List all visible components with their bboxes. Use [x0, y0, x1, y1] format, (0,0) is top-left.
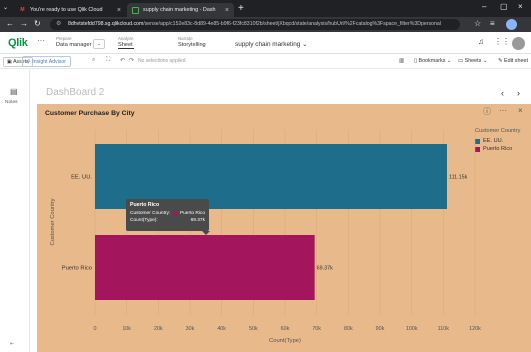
x-tick-label: 10k: [122, 326, 131, 332]
x-tick-label: 0: [94, 326, 97, 332]
x-tick-label: 30k: [186, 326, 195, 332]
x-tick-label: 40k: [217, 326, 226, 332]
y-tick-label: EE. UU.: [71, 175, 92, 181]
x-tick-label: 60k: [281, 326, 290, 332]
bar-puerto-rico[interactable]: [95, 235, 315, 300]
tooltip-dimension-row: Customer Country: Puerto Rico: [130, 211, 205, 216]
x-tick-label: 50k: [249, 326, 258, 332]
x-axis-title: Count(Type): [269, 338, 301, 344]
bar-value-label: 111.15k: [449, 175, 468, 181]
x-tick-label: 110k: [438, 326, 450, 332]
x-tick-label: 80k: [344, 326, 353, 332]
tooltip-measure-row: Count(Type): 69.37k: [130, 218, 205, 223]
y-axis-title: Customer Country: [50, 198, 56, 245]
x-tick-label: 90k: [376, 326, 385, 332]
bar-value-label: 69.37k: [317, 266, 333, 272]
x-tick-label: 70k: [312, 326, 321, 332]
x-tick-label: 120k: [469, 326, 481, 332]
tooltip-title: Puerto Rico: [130, 202, 160, 208]
chart-tooltip: Puerto Rico Customer Country: Puerto Ric…: [126, 199, 210, 235]
x-tick-label: 20k: [154, 326, 163, 332]
bar-chart[interactable]: EE. UU. 111.15k Puerto Rico 69.37k 0 10k 20k 30…: [0, 0, 531, 352]
y-tick-label: Puerto Rico: [62, 266, 92, 272]
x-tick-label: 100k: [406, 326, 418, 332]
tooltip-swatch: [173, 211, 178, 216]
